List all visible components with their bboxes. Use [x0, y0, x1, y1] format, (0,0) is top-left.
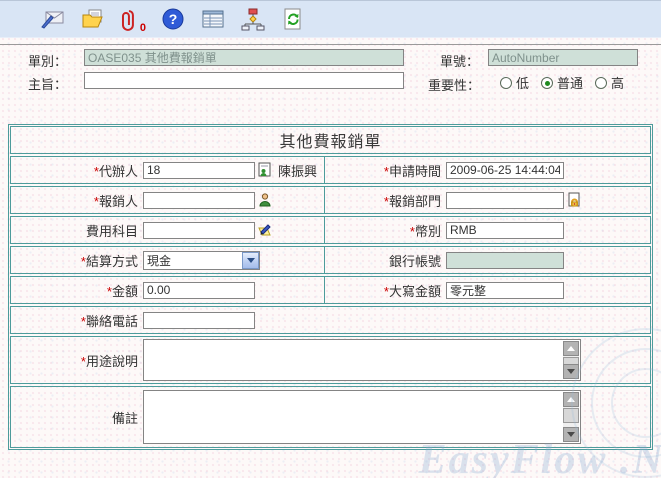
importance-normal-label: 普通: [557, 73, 583, 92]
svg-text:?: ?: [169, 11, 178, 27]
row-agent-applytime: *代辦人 陳振興 *申請時間: [10, 156, 651, 184]
importance-normal-radio[interactable]: [541, 77, 553, 89]
expense-subject-input[interactable]: [143, 222, 255, 239]
doc-type-label: 單別：: [28, 51, 67, 70]
form-list-icon[interactable]: [200, 6, 226, 32]
form-list-glyph: [200, 7, 226, 31]
open-folder-icon[interactable]: [80, 6, 106, 32]
remark-label: 備註: [11, 408, 138, 427]
amount-label: *金額: [11, 281, 138, 300]
usage-scrollbar[interactable]: [563, 341, 579, 379]
subject-input[interactable]: [84, 72, 404, 89]
row-phone: *聯絡電話: [10, 306, 651, 334]
usage-textarea[interactable]: [143, 339, 581, 381]
help-glyph: ?: [161, 7, 185, 31]
toolbar: 0 ?: [0, 0, 661, 38]
remark-textarea[interactable]: [143, 390, 581, 444]
refresh-glyph: [281, 7, 305, 31]
refresh-icon[interactable]: [280, 6, 306, 32]
importance-high-radio[interactable]: [595, 77, 607, 89]
form-title: 其他費報銷單: [279, 128, 381, 152]
amount-input[interactable]: [143, 282, 255, 299]
edit-note-icon[interactable]: [257, 222, 273, 238]
subject-label: 主旨：: [28, 74, 67, 93]
remark-scrollbar[interactable]: [563, 392, 579, 442]
person-select-glyph: [257, 192, 273, 208]
row-usage: *用途說明: [10, 336, 651, 384]
agent-input[interactable]: [143, 162, 255, 179]
amount-words-label: *大寫金額: [325, 281, 441, 300]
help-icon[interactable]: ?: [160, 6, 186, 32]
doc-type-input[interactable]: [84, 49, 404, 66]
scroll-up-icon[interactable]: [563, 341, 579, 356]
importance-label: 重要性：: [428, 75, 480, 94]
apply-time-label: *申請時間: [325, 161, 441, 180]
scroll-up-icon[interactable]: [563, 392, 579, 407]
settlement-label: *結算方式: [11, 251, 138, 270]
phone-input[interactable]: [143, 312, 255, 329]
settlement-selected-value: 現金: [147, 252, 171, 269]
department-lookup-glyph: [566, 192, 582, 208]
doc-no-label: 單號：: [440, 51, 479, 70]
importance-high-label: 高: [611, 73, 624, 92]
attachment-icon[interactable]: 0: [120, 6, 146, 32]
open-folder-glyph: [80, 7, 106, 31]
edit-note-glyph: [257, 222, 273, 238]
department-lookup-icon[interactable]: [566, 192, 582, 208]
agent-name-text: 陳振興: [278, 161, 317, 180]
scroll-down-icon[interactable]: [563, 364, 579, 379]
send-mail-icon[interactable]: [40, 6, 66, 32]
expense-form-table: 其他費報銷單 *代辦人 陳振興 *申請時間: [8, 124, 653, 450]
dept-input[interactable]: [446, 192, 564, 209]
chevron-down-icon[interactable]: [242, 252, 259, 269]
dept-label: *報銷部門: [325, 191, 441, 210]
importance-low-radio[interactable]: [500, 77, 512, 89]
agent-label: *代辦人: [11, 161, 138, 180]
bank-account-label: 銀行帳號: [325, 251, 441, 270]
row-remark: 備註: [10, 386, 651, 448]
row-settlement-bank: *結算方式 現金 銀行帳號: [10, 246, 651, 274]
flowchart-icon[interactable]: [240, 6, 266, 32]
toolbar-divider: [0, 44, 661, 45]
payee-input[interactable]: [143, 192, 255, 209]
expense-form-screen: 0 ?: [0, 0, 661, 478]
scroll-thumb[interactable]: [563, 408, 579, 423]
currency-input[interactable]: [446, 222, 564, 239]
currency-label: *幣別: [325, 221, 441, 240]
bank-account-input[interactable]: [446, 252, 564, 269]
user-lookup-glyph: [257, 162, 273, 178]
doc-no-input[interactable]: [488, 49, 638, 66]
row-payee-dept: *報銷人 *報銷部門: [10, 186, 651, 214]
importance-low-label: 低: [516, 73, 529, 92]
settlement-select[interactable]: 現金: [143, 251, 260, 270]
attachment-count-badge: 0: [140, 22, 146, 34]
user-lookup-icon[interactable]: [257, 162, 273, 178]
amount-words-input[interactable]: [446, 282, 564, 299]
usage-label: *用途說明: [11, 351, 138, 370]
send-mail-glyph: [40, 7, 66, 31]
usage-textarea-content: [145, 341, 563, 379]
phone-label: *聯絡電話: [11, 311, 138, 330]
row-subject-currency: 費用科目 *幣別: [10, 216, 651, 244]
flowchart-glyph: [240, 7, 266, 31]
apply-time-input[interactable]: [446, 162, 564, 179]
form-title-row: 其他費報銷單: [10, 126, 651, 154]
remark-textarea-content: [145, 392, 563, 442]
importance-radio-group: 低 普通 高: [500, 73, 632, 92]
expense-subject-label: 費用科目: [11, 221, 138, 240]
person-select-icon[interactable]: [257, 192, 273, 208]
payee-label: *報銷人: [11, 191, 138, 210]
scroll-down-icon[interactable]: [563, 427, 579, 442]
row-amount-words: *金額 *大寫金額: [10, 276, 651, 304]
paperclip-glyph: [120, 8, 138, 32]
